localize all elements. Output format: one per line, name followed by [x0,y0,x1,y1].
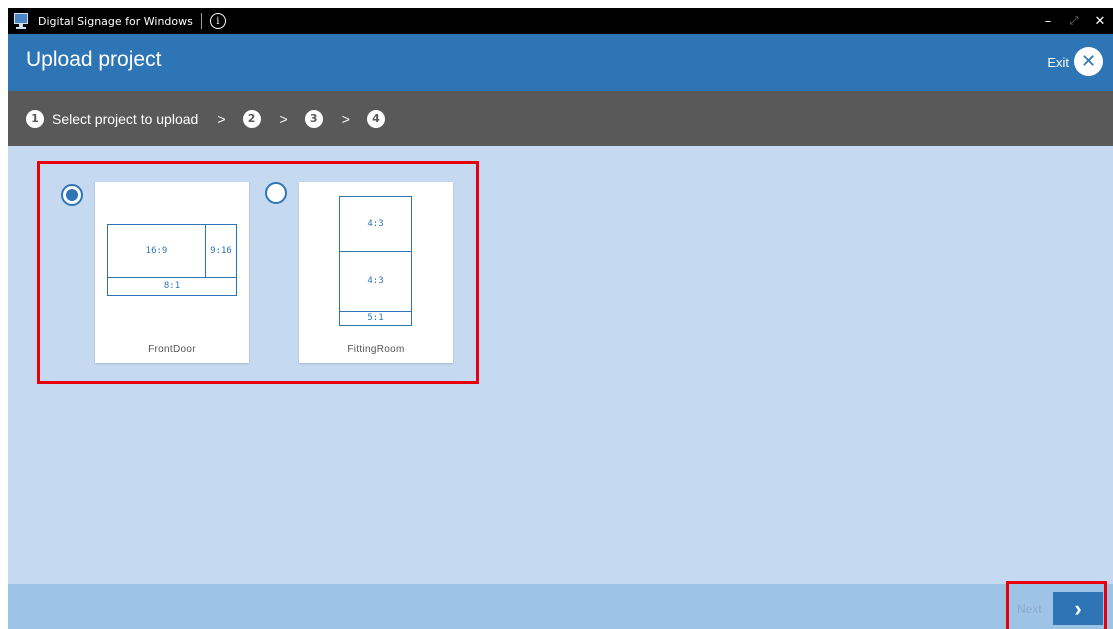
next-button-highlight [1006,581,1107,629]
step-1-label: Select project to upload [52,110,199,127]
page-title: Upload project [26,48,162,71]
title-divider [200,13,202,29]
app-title: Digital Signage for Windows [38,14,193,28]
chevron-right-icon: > [279,110,288,127]
page-header: Upload project Exit ✕ [8,34,1113,91]
step-2-number: 2 [242,109,261,128]
footer-bar [8,584,1113,629]
step-bar: 1 Select project to upload > 2 > 3 > 4 [8,91,1113,146]
window-controls: – ⤢ ✕ [1035,8,1113,34]
step-1-number: 1 [26,109,44,128]
maximize-button[interactable]: ⤢ [1061,8,1087,34]
exit-label[interactable]: Exit [1047,55,1069,70]
close-window-button[interactable]: ✕ [1087,8,1113,34]
chevron-right-icon: > [341,110,350,127]
minimize-button[interactable]: – [1035,8,1061,34]
project-list-highlight [37,161,479,384]
window-titlebar: Digital Signage for Windows i – ⤢ ✕ [8,8,1113,34]
step-3-number: 3 [304,109,323,128]
exit-icon[interactable]: ✕ [1074,47,1103,76]
monitor-icon [14,13,28,29]
step-4-number: 4 [366,109,385,128]
chevron-right-icon: > [217,110,226,127]
info-icon[interactable]: i [209,13,226,29]
